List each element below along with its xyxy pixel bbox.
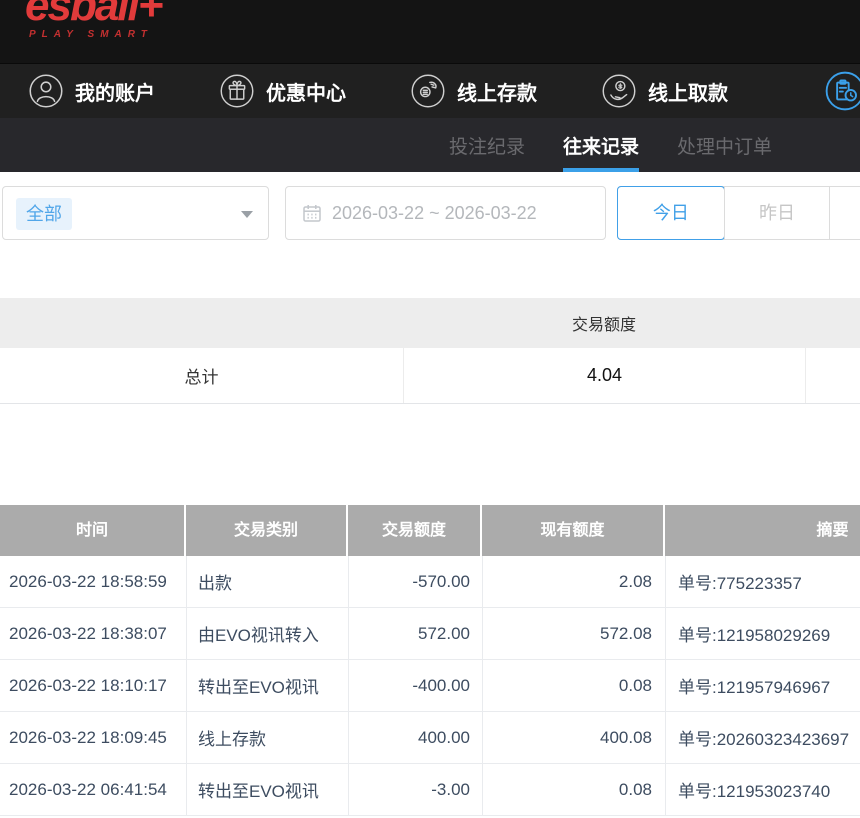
cell-type: 出款 [186, 556, 348, 607]
cell-amount: -3.00 [348, 764, 482, 815]
table-row: 2026-03-22 18:09:45 线上存款 400.00 400.08 单… [0, 712, 860, 764]
summary-total-row: 总计 4.04 [0, 348, 860, 404]
summary-empty-cell [805, 348, 860, 403]
site-header: esball+ PLAY SMART [0, 0, 860, 63]
nav-item-label: 我的账户 [75, 77, 155, 106]
chevron-down-icon [241, 211, 253, 218]
table-row: 2026-03-22 18:10:17 转出至EVO视讯 -400.00 0.0… [0, 660, 860, 712]
summary-total-label: 总计 [0, 363, 403, 388]
date-range-value: 2026-03-22 ~ 2026-03-22 [332, 203, 537, 224]
cell-amount: 572.00 [348, 608, 482, 659]
main-navbar: 我的账户 优惠中心 线上存款 [0, 63, 860, 118]
deposit-circle-icon [410, 73, 446, 109]
withdraw-circle-icon [601, 73, 637, 109]
transaction-records-icon[interactable] [824, 70, 860, 112]
summary-header-amount: 交易额度 [403, 311, 805, 335]
gift-circle-icon [219, 73, 255, 109]
tab-label: 处理中订单 [677, 132, 772, 159]
column-header-note: 摘要 [665, 505, 860, 556]
table-row: 2026-03-22 18:58:59 出款 -570.00 2.08 单号:7… [0, 556, 860, 608]
cell-balance: 0.08 [482, 660, 665, 711]
transaction-type-select[interactable]: 全部 [2, 186, 269, 240]
nav-item-online-deposit[interactable]: 线上存款 [410, 73, 537, 109]
cell-balance: 400.08 [482, 712, 665, 763]
period-yesterday-button[interactable]: 昨日 [724, 187, 830, 239]
brand-tagline: PLAY SMART [29, 29, 175, 40]
cell-amount: -400.00 [348, 660, 482, 711]
user-circle-icon [28, 73, 64, 109]
cell-note: 单号:775223357 [665, 556, 860, 607]
cell-type: 转出至EVO视讯 [186, 660, 348, 711]
tab-betting-records[interactable]: 投注纪录 [449, 118, 525, 172]
summary-total-value: 4.04 [403, 348, 805, 403]
column-header-type: 交易类别 [186, 505, 348, 556]
summary-table: 交易额度 总计 4.04 [0, 298, 860, 404]
table-row: 2026-03-22 06:41:54 转出至EVO视讯 -3.00 0.08 … [0, 764, 860, 816]
cell-balance: 2.08 [482, 556, 665, 607]
cell-amount: -570.00 [348, 556, 482, 607]
tab-processing-orders[interactable]: 处理中订单 [677, 118, 772, 172]
cell-time: 2026-03-22 18:58:59 [0, 556, 186, 607]
cell-time: 2026-03-22 18:38:07 [0, 608, 186, 659]
nav-item-promotions[interactable]: 优惠中心 [219, 73, 346, 109]
column-header-balance: 现有额度 [482, 505, 665, 556]
tab-label: 往来记录 [563, 132, 639, 159]
nav-item-label: 优惠中心 [266, 77, 346, 106]
table-row: 2026-03-22 18:38:07 由EVO视讯转入 572.00 572.… [0, 608, 860, 660]
cell-type: 由EVO视讯转入 [186, 608, 348, 659]
filter-row: 全部 2026-03-22 ~ 2026-03-22 今日 昨日 近7日 [0, 186, 860, 240]
cell-type: 转出至EVO视讯 [186, 764, 348, 815]
cell-note: 单号:20260323423697 [665, 712, 860, 763]
records-tabbar: 投注纪录 往来记录 处理中订单 [0, 118, 860, 172]
cell-time: 2026-03-22 18:10:17 [0, 660, 186, 711]
summary-header-row: 交易额度 [0, 298, 860, 348]
table-header-row: 时间 交易类别 交易额度 现有额度 摘要 [0, 505, 860, 556]
cell-amount: 400.00 [348, 712, 482, 763]
nav-item-label: 线上存款 [457, 77, 537, 106]
transactions-table: 时间 交易类别 交易额度 现有额度 摘要 2026-03-22 18:58:59… [0, 505, 860, 816]
nav-item-online-withdraw[interactable]: 线上取款 [601, 73, 728, 109]
column-header-amount: 交易额度 [348, 505, 482, 556]
calendar-icon [302, 203, 322, 223]
brand-logo[interactable]: esball+ PLAY SMART [25, 0, 175, 40]
tab-transaction-records[interactable]: 往来记录 [563, 118, 639, 172]
cell-balance: 0.08 [482, 764, 665, 815]
cell-balance: 572.08 [482, 608, 665, 659]
date-range-picker[interactable]: 2026-03-22 ~ 2026-03-22 [285, 186, 606, 240]
nav-item-my-account[interactable]: 我的账户 [28, 73, 155, 109]
period-today-button[interactable]: 今日 [618, 187, 724, 239]
column-header-time: 时间 [0, 505, 186, 556]
cell-note: 单号:121953023740 [665, 764, 860, 815]
tab-label: 投注纪录 [449, 132, 525, 159]
cell-time: 2026-03-22 06:41:54 [0, 764, 186, 815]
nav-right-group [824, 70, 860, 112]
period-last7days-button[interactable]: 近7日 [829, 187, 860, 239]
cell-note: 单号:121958029269 [665, 608, 860, 659]
cell-time: 2026-03-22 18:09:45 [0, 712, 186, 763]
nav-item-label: 线上取款 [648, 77, 728, 106]
brand-logo-text: esball+ [25, 0, 175, 28]
cell-type: 线上存款 [186, 712, 348, 763]
quick-period-group: 今日 昨日 近7日 [617, 186, 860, 240]
cell-note: 单号:121957946967 [665, 660, 860, 711]
selected-type-tag[interactable]: 全部 [16, 198, 72, 230]
